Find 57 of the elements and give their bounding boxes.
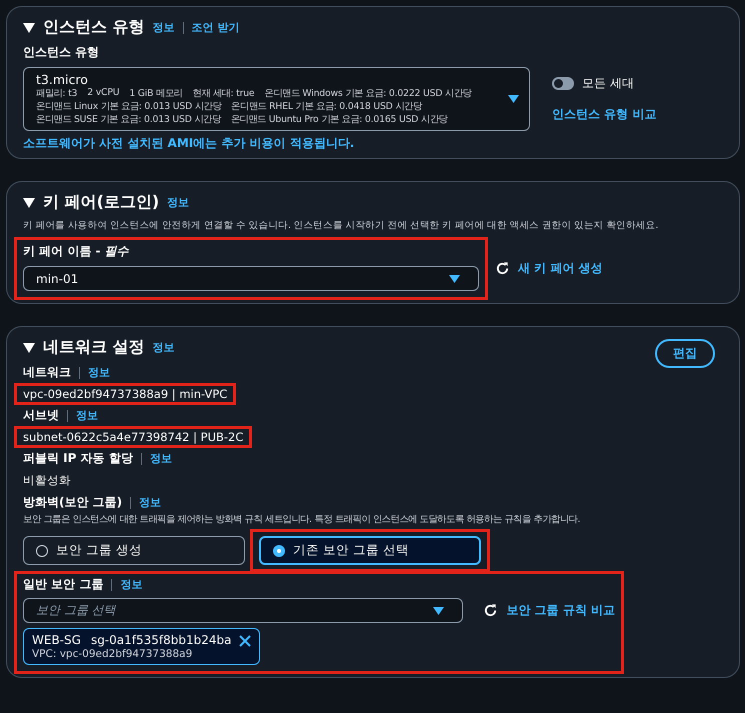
info-link[interactable]: 정보 [139,495,162,510]
caret-icon[interactable] [23,198,35,208]
key-pair-select[interactable]: min-01 [23,266,479,291]
radio-option[interactable]: 보안 그룹 생성 [23,536,245,565]
instance-detail: 온디맨드 Ubuntu Pro 기본 요금: 0.0165 USD 시간당 [230,113,448,126]
field-label: 방화벽(보안 그룹) [23,494,122,511]
instance-detail: 온디맨드 SUSE 기본 요금: 0.013 USD 시간당 [36,113,221,126]
toggle-switch[interactable] [552,77,574,90]
section-title: 키 페어(로그인) [43,192,160,213]
field-value: subnet-0622c5a4e77398742 | PUB-2C [14,426,252,448]
group-vpc: VPC: vpc-09ed2bf94737388a9 [32,648,194,660]
cost-notice: 소프트웨어가 사전 설치된 AMI에는 추가 비용이 적용됩니다. [23,135,356,152]
caret-icon[interactable] [23,342,35,352]
close-icon[interactable] [239,635,252,647]
dropdown-caret-icon [433,606,444,614]
caret-icon[interactable] [23,22,35,32]
field-label: 퍼블릭 IP 자동 할당 [23,450,133,467]
dropdown-caret-icon [508,95,519,103]
section-description: 보안 그룹은 인스턴스에 대한 트래픽을 제어하는 방화벽 규칙 세트입니다. 특정 트래픽이 인스턴스에 도달하도록 허용하는 규칙을 추가합니다. [23,513,582,526]
group-name: WEB-SG [32,633,81,647]
section-description: 키 페어를 사용하여 인스턴스에 안전하게 연결할 수 있습니다. 인스턴스를 시작하기 전에 선택한 키 페어에 대한 액세스 권한이 있는지 확인하세요. [23,219,660,232]
info-link[interactable]: 정보 [150,451,172,466]
info-link[interactable]: 정보 [167,195,190,210]
edit-button[interactable]: 편집 [655,339,715,368]
group-id: sg-0a1f535f8bb1b24ba [90,633,232,647]
field-label: 키 페어 이름 - 필수 [23,243,130,260]
section-title: 네트워크 설정 [43,337,145,358]
instance-detail: 온디맨드 RHEL 기본 요금: 0.0418 USD 시간당 [231,100,422,113]
instance-type-select[interactable]: t3.micro 패밀리: t3 2 vCPU 1 GiB 메모리 현재 세대: true 온디맨드 Windows 기본 요금: 0.0222 USD 시간당 온디맨드 Linux 기본 요금: 0.013 USD 시간당 온디맨드 RHEL 기본 요금: 0.0418 USD 시간당 온디맨드 SUSE 기본 요금: 0.013 USD 시간당 온디맨드 Ubuntu Pro 기본 요금: 0.0165 USD 시간당 [23,67,530,131]
field-value: vpc-09ed2bf94737388a9 | min-VPC [14,383,236,405]
compare-link[interactable]: 인스턴스 유형 비교 [552,106,656,123]
instance-detail: 1 GiB 메모리 [129,87,183,100]
instance-detail: 패밀리: t3 [36,87,78,100]
create-key-pair-link[interactable]: 새 키 페어 생성 [518,260,603,277]
refresh-icon[interactable] [495,261,510,276]
field-label: 서브넷 [23,407,59,424]
section-title: 인스턴스 유형 [43,17,145,38]
instance-detail: 온디맨드 Linux 기본 요금: 0.013 USD 시간당 [36,100,222,113]
instance-detail: 온디맨드 Windows 기본 요금: 0.0222 USD 시간당 [264,87,472,100]
toggle-label: 모든 세대 [582,75,634,92]
info-link[interactable]: 정보 [76,408,98,423]
info-link[interactable]: 조언 받기 [192,20,240,35]
field-value: 비활성화 [22,472,72,489]
info-link[interactable]: 정보 [88,365,110,380]
compare-rules-link[interactable]: 보안 그룹 규칙 비교 [506,602,615,619]
instance-detail: 현재 세대: true [192,87,254,100]
field-label: 인스턴스 유형 [23,44,100,61]
info-link[interactable]: 정보 [152,20,175,35]
info-link[interactable]: 정보 [152,340,175,355]
field-label: 일반 보안 그룹 [23,576,104,593]
info-link[interactable]: 정보 [120,577,142,592]
radio-option[interactable]: 기존 보안 그룹 선택 [259,536,481,565]
refresh-icon[interactable] [483,603,498,618]
instance-detail: 2 vCPU [87,87,120,100]
security-group-select[interactable]: 보안 그룹 선택 [23,598,464,623]
field-label: 네트워크 [23,364,71,381]
dropdown-caret-icon [449,274,460,282]
